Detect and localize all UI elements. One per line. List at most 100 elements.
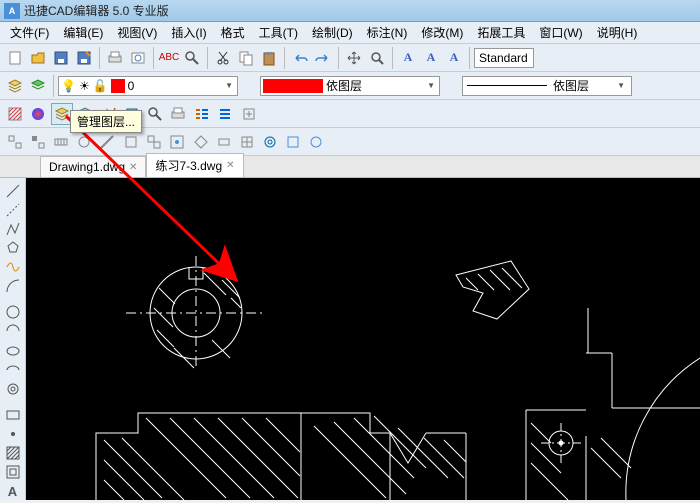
spell-icon[interactable]: ABC bbox=[158, 47, 180, 69]
standard-toolbar: ABC A A A Standard bbox=[0, 44, 700, 72]
open-icon[interactable] bbox=[27, 47, 49, 69]
window-title: 迅捷CAD编辑器 5.0 专业版 bbox=[24, 2, 169, 19]
menu-draw[interactable]: 绘制(D) bbox=[306, 22, 359, 43]
text-icon[interactable]: A bbox=[3, 483, 23, 500]
redo-icon[interactable] bbox=[312, 47, 334, 69]
layer-combo[interactable]: 💡 ☀ 🔓 0 ▼ bbox=[58, 76, 238, 96]
copy-icon[interactable] bbox=[235, 47, 257, 69]
close-icon[interactable]: ✕ bbox=[129, 162, 137, 173]
region-icon[interactable] bbox=[3, 464, 23, 481]
layers-list-icon[interactable] bbox=[214, 103, 236, 125]
chevron-down-icon: ▼ bbox=[223, 81, 235, 90]
workspace: A bbox=[0, 178, 700, 500]
layers-filter-icon[interactable] bbox=[191, 103, 213, 125]
ellipse-icon[interactable] bbox=[3, 342, 23, 359]
preview-icon[interactable] bbox=[127, 47, 149, 69]
tool-icon-4[interactable] bbox=[73, 131, 95, 153]
zoom-icon[interactable] bbox=[366, 47, 388, 69]
layer-states-icon[interactable] bbox=[27, 75, 49, 97]
layer-name: 0 bbox=[128, 79, 135, 93]
print-icon[interactable] bbox=[167, 103, 189, 125]
donut-icon[interactable] bbox=[3, 380, 23, 397]
lineweight-preview bbox=[467, 85, 547, 86]
menu-modify[interactable]: 修改(M) bbox=[415, 22, 469, 43]
text-a1-icon[interactable]: A bbox=[397, 47, 419, 69]
close-icon[interactable]: ✕ bbox=[226, 160, 234, 171]
cad-drawing bbox=[26, 178, 700, 500]
ray-icon[interactable] bbox=[3, 201, 23, 218]
menu-window[interactable]: 窗口(W) bbox=[533, 22, 588, 43]
tool-icon-13[interactable] bbox=[282, 131, 304, 153]
gradient-icon[interactable] bbox=[27, 103, 49, 125]
circle-icon[interactable] bbox=[3, 304, 23, 321]
layer-manager-tooltip: 管理图层... bbox=[70, 110, 142, 133]
find-icon[interactable] bbox=[181, 47, 203, 69]
ellipse-arc-icon[interactable] bbox=[3, 361, 23, 378]
menu-extend[interactable]: 拓展工具 bbox=[471, 22, 531, 43]
lineweight-combo[interactable]: 依图层 ▼ bbox=[462, 76, 632, 96]
tool-icon-9[interactable] bbox=[190, 131, 212, 153]
tab-exercise[interactable]: 练习7-3.dwg ✕ bbox=[146, 153, 243, 177]
textstyle-value: Standard bbox=[479, 51, 528, 65]
pan-icon[interactable] bbox=[343, 47, 365, 69]
undo-icon[interactable] bbox=[289, 47, 311, 69]
layer-color-swatch bbox=[111, 79, 125, 93]
paste-icon[interactable] bbox=[258, 47, 280, 69]
tab-drawing1[interactable]: Drawing1.dwg ✕ bbox=[40, 156, 146, 177]
point-icon[interactable] bbox=[3, 426, 23, 443]
menu-help[interactable]: 说明(H) bbox=[591, 22, 644, 43]
arc-icon[interactable] bbox=[3, 278, 23, 295]
tool-icon-1[interactable] bbox=[4, 131, 26, 153]
layer-props-icon[interactable] bbox=[4, 75, 26, 97]
tool-icon-7[interactable] bbox=[143, 131, 165, 153]
menu-edit[interactable]: 编辑(E) bbox=[57, 22, 109, 43]
lightbulb-icon: 💡 bbox=[61, 79, 76, 93]
drawing-canvas[interactable] bbox=[26, 178, 700, 500]
menu-tools[interactable]: 工具(T) bbox=[253, 22, 304, 43]
menu-format[interactable]: 格式 bbox=[215, 22, 251, 43]
chevron-down-icon: ▼ bbox=[615, 81, 627, 90]
menu-file[interactable]: 文件(F) bbox=[4, 22, 55, 43]
draw-toolbar: A bbox=[0, 178, 26, 500]
plot-icon[interactable] bbox=[104, 47, 126, 69]
title-bar: A 迅捷CAD编辑器 5.0 专业版 bbox=[0, 0, 700, 22]
tool-icon-14[interactable] bbox=[305, 131, 327, 153]
tool-icon-8[interactable] bbox=[166, 131, 188, 153]
polygon-icon[interactable] bbox=[3, 239, 23, 256]
block-insert-icon[interactable] bbox=[238, 103, 260, 125]
lock-icon: 🔓 bbox=[93, 79, 108, 93]
text-a2-icon[interactable]: A bbox=[420, 47, 442, 69]
linetype-color-swatch bbox=[263, 79, 323, 93]
save-icon[interactable] bbox=[50, 47, 72, 69]
linetype-combo[interactable]: 依图层 ▼ bbox=[260, 76, 440, 96]
sun-icon: ☀ bbox=[79, 79, 90, 93]
hatch-draw-icon[interactable] bbox=[3, 445, 23, 462]
menu-insert[interactable]: 插入(I) bbox=[165, 22, 212, 43]
tool-icon-10[interactable] bbox=[213, 131, 235, 153]
polyline-icon[interactable] bbox=[3, 220, 23, 237]
tool-icon-3[interactable] bbox=[50, 131, 72, 153]
new-icon[interactable] bbox=[4, 47, 26, 69]
tool-icon-11[interactable] bbox=[236, 131, 258, 153]
tool-icon-5[interactable] bbox=[96, 131, 118, 153]
chevron-down-icon: ▼ bbox=[425, 81, 437, 90]
app-icon: A bbox=[4, 3, 20, 19]
hatch-icon[interactable] bbox=[4, 103, 26, 125]
line-icon[interactable] bbox=[3, 182, 23, 199]
find-replace-icon[interactable] bbox=[144, 103, 166, 125]
textstyle-combo[interactable]: Standard bbox=[474, 48, 534, 68]
tool-icon-12[interactable] bbox=[259, 131, 281, 153]
rectangle-icon[interactable] bbox=[3, 406, 23, 423]
menu-view[interactable]: 视图(V) bbox=[111, 22, 163, 43]
menu-dimension[interactable]: 标注(N) bbox=[361, 22, 414, 43]
tab-label: 练习7-3.dwg bbox=[155, 157, 222, 174]
saveas-icon[interactable] bbox=[73, 47, 95, 69]
cut-icon[interactable] bbox=[212, 47, 234, 69]
arc2-icon[interactable] bbox=[3, 323, 23, 340]
layer-toolbar: 💡 ☀ 🔓 0 ▼ 依图层 ▼ 依图层 ▼ bbox=[0, 72, 700, 100]
tool-icon-6[interactable] bbox=[120, 131, 142, 153]
tool-icon-2[interactable] bbox=[27, 131, 49, 153]
tab-label: Drawing1.dwg bbox=[49, 160, 125, 174]
text-a3-icon[interactable]: A bbox=[443, 47, 465, 69]
spline-icon[interactable] bbox=[3, 258, 23, 275]
